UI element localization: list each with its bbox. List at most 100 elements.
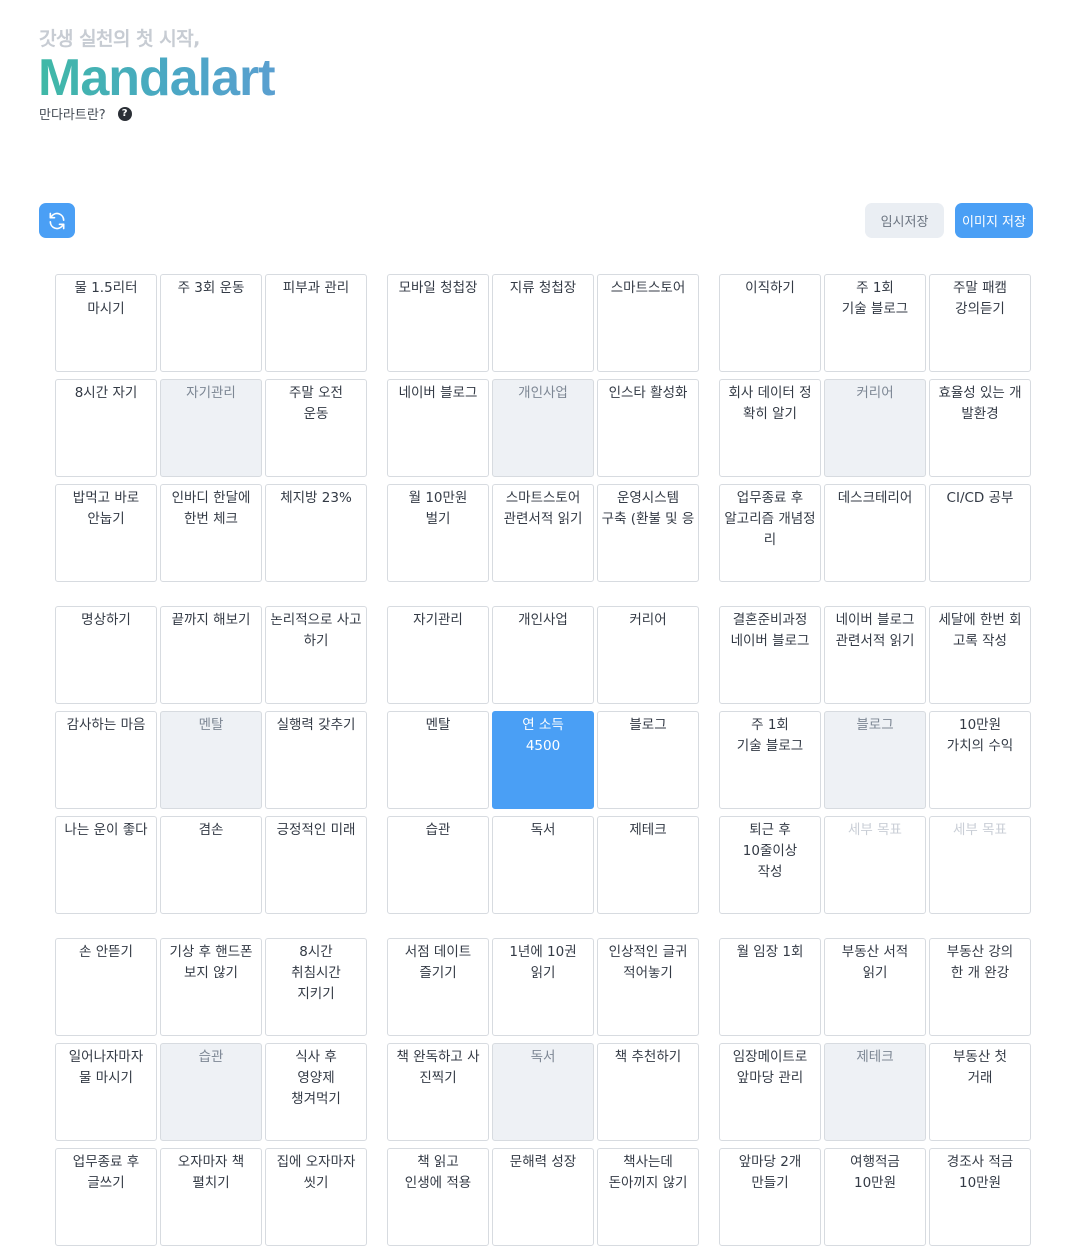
goal-cell[interactable]: 손 안뜯기	[55, 938, 157, 1036]
goal-cell[interactable]: 물 1.5리터 마시기	[55, 274, 157, 372]
goal-cell[interactable]: 앞마당 2개 만들기	[719, 1148, 821, 1246]
goal-cell[interactable]: 자기관리	[387, 606, 489, 704]
goal-cell[interactable]: 끝까지 해보기	[160, 606, 262, 704]
goal-cell[interactable]: 겸손	[160, 816, 262, 914]
mandalart-block: 모바일 청첩장 지류 청첩장 스마트스토어네이버 블로그 개인사업 인스타 활성화월 1…	[387, 274, 702, 589]
mandalart-block: 자기관리 개인사업 커리어멘탈 연 소득 4500 블로그습관 독서 제테크	[387, 606, 702, 921]
goal-cell[interactable]: 데스크테리어	[824, 484, 926, 582]
goal-cell[interactable]: 결혼준비과정 네이버 블로그	[719, 606, 821, 704]
goal-cell[interactable]: 명상하기	[55, 606, 157, 704]
sub-goal-cell[interactable]: 개인사업	[492, 379, 594, 477]
goal-cell[interactable]: 책 추천하기	[597, 1043, 699, 1141]
goal-cell[interactable]: 부동산 강의 한 개 완강	[929, 938, 1031, 1036]
goal-cell[interactable]: 서점 데이트 즐기기	[387, 938, 489, 1036]
goal-cell[interactable]: 일어나자마자 물 마시기	[55, 1043, 157, 1141]
goal-cell[interactable]: 경조사 적금 10만원	[929, 1148, 1031, 1246]
goal-cell[interactable]: 스마트스토어	[597, 274, 699, 372]
refresh-button[interactable]	[39, 203, 75, 238]
goal-cell[interactable]: 인상적인 글귀 적어놓기	[597, 938, 699, 1036]
goal-cell[interactable]: CI/CD 공부	[929, 484, 1031, 582]
goal-cell[interactable]: 감사하는 마음	[55, 711, 157, 809]
goal-cell[interactable]: 10만원 가치의 수익	[929, 711, 1031, 809]
tagline: 갓생 실천의 첫 시작,	[39, 28, 200, 50]
goal-cell[interactable]: 8시간 취침시간 지키기	[265, 938, 367, 1036]
goal-cell[interactable]: 문해력 성장	[492, 1148, 594, 1246]
mandalart-block: 물 1.5리터 마시기 주 3회 운동 피부과 관리 8시간 자기 자기관리 주말 오전 …	[55, 274, 370, 589]
goal-cell[interactable]: 여행적금 10만원	[824, 1148, 926, 1246]
mandalart-block: 서점 데이트 즐기기 1년에 10권 읽기 인상적인 글귀 적어놓기책 완독하고 사…	[387, 938, 702, 1253]
goal-cell[interactable]: 세부 목표	[929, 816, 1031, 914]
goal-cell[interactable]: 업무종료 후 알고리즘 개념정리	[719, 484, 821, 582]
goal-cell[interactable]: 주말 오전 운동	[265, 379, 367, 477]
goal-cell[interactable]: 논리적으로 사고하기	[265, 606, 367, 704]
goal-cell[interactable]: 커리어	[597, 606, 699, 704]
goal-cell[interactable]: 책 완독하고 사진찍기	[387, 1043, 489, 1141]
goal-cell[interactable]: 운영시스템 구축 (환불 및 응	[597, 484, 699, 582]
mandalart-grid: 물 1.5리터 마시기 주 3회 운동 피부과 관리 8시간 자기 자기관리 주말 오전 …	[55, 274, 1034, 1246]
mandalart-block: 월 임장 1회 부동산 서적 읽기 부동산 강의 한 개 완강임장메이트로 앞마당 …	[719, 938, 1034, 1253]
goal-cell[interactable]: 부동산 첫 거래	[929, 1043, 1031, 1141]
sub-goal-cell[interactable]: 자기관리	[160, 379, 262, 477]
goal-cell[interactable]: 책 읽고 인생에 적용	[387, 1148, 489, 1246]
goal-cell[interactable]: 집에 오자마자 씻기	[265, 1148, 367, 1246]
goal-cell[interactable]: 인스타 활성화	[597, 379, 699, 477]
goal-cell[interactable]: 피부과 관리	[265, 274, 367, 372]
goal-cell[interactable]: 임장메이트로 앞마당 관리	[719, 1043, 821, 1141]
goal-cell[interactable]: 업무종료 후 글쓰기	[55, 1148, 157, 1246]
what-is-label: 만다라트란?	[39, 108, 106, 123]
goal-cell[interactable]: 월 10만원 벌기	[387, 484, 489, 582]
goal-cell[interactable]: 네이버 블로그 관련서적 읽기	[824, 606, 926, 704]
sub-goal-cell[interactable]: 커리어	[824, 379, 926, 477]
goal-cell[interactable]: 주 3회 운동	[160, 274, 262, 372]
goal-cell[interactable]: 개인사업	[492, 606, 594, 704]
goal-cell[interactable]: 실행력 갖추기	[265, 711, 367, 809]
goal-cell[interactable]: 네이버 블로그	[387, 379, 489, 477]
logo: Mandalart	[38, 49, 276, 107]
goal-cell[interactable]: 인바디 한달에 한번 체크	[160, 484, 262, 582]
sub-goal-cell[interactable]: 제테크	[824, 1043, 926, 1141]
goal-cell[interactable]: 세부 목표	[824, 816, 926, 914]
what-is-mandalart[interactable]: 만다라트란? ?	[39, 104, 132, 123]
mandalart-block: 이직하기 주 1회 기술 블로그 주말 패캠 강의듣기회사 데이터 정확히 알기 커리…	[719, 274, 1034, 589]
main-goal-cell[interactable]: 연 소득 4500	[492, 711, 594, 809]
goal-cell[interactable]: 부동산 서적 읽기	[824, 938, 926, 1036]
goal-cell[interactable]: 오자마자 책 펼치기	[160, 1148, 262, 1246]
goal-cell[interactable]: 습관	[387, 816, 489, 914]
sub-goal-cell[interactable]: 멘탈	[160, 711, 262, 809]
goal-cell[interactable]: 블로그	[597, 711, 699, 809]
goal-cell[interactable]: 1년에 10권 읽기	[492, 938, 594, 1036]
goal-cell[interactable]: 제테크	[597, 816, 699, 914]
goal-cell[interactable]: 식사 후 영양제 챙겨먹기	[265, 1043, 367, 1141]
mandalart-block: 명상하기 끝까지 해보기 논리적으로 사고하기감사하는 마음 멘탈 실행력 갖추기나는 …	[55, 606, 370, 921]
sub-goal-cell[interactable]: 독서	[492, 1043, 594, 1141]
goal-cell[interactable]: 긍정적인 미래	[265, 816, 367, 914]
sub-goal-cell[interactable]: 블로그	[824, 711, 926, 809]
goal-cell[interactable]: 주 1회 기술 블로그	[824, 274, 926, 372]
goal-cell[interactable]: 스마트스토어 관련서적 읽기	[492, 484, 594, 582]
goal-cell[interactable]: 효율성 있는 개발환경	[929, 379, 1031, 477]
goal-cell[interactable]: 기상 후 핸드폰 보지 않기	[160, 938, 262, 1036]
goal-cell[interactable]: 멘탈	[387, 711, 489, 809]
question-circle-icon[interactable]: ?	[117, 106, 132, 121]
goal-cell[interactable]: 8시간 자기	[55, 379, 157, 477]
goal-cell[interactable]: 회사 데이터 정확히 알기	[719, 379, 821, 477]
goal-cell[interactable]: 퇴근 후 10줄이상 작성	[719, 816, 821, 914]
sub-goal-cell[interactable]: 습관	[160, 1043, 262, 1141]
goal-cell[interactable]: 독서	[492, 816, 594, 914]
goal-cell[interactable]: 월 임장 1회	[719, 938, 821, 1036]
goal-cell[interactable]: 체지방 23%	[265, 484, 367, 582]
refresh-icon	[49, 212, 65, 229]
goal-cell[interactable]: 책사는데 돈아끼지 않기	[597, 1148, 699, 1246]
goal-cell[interactable]: 세달에 한번 회고록 작성	[929, 606, 1031, 704]
image-save-button[interactable]: 이미지 저장	[955, 203, 1033, 238]
mandalart-block: 결혼준비과정 네이버 블로그 네이버 블로그 관련서적 읽기 세달에 한번 회고록 …	[719, 606, 1034, 921]
goal-cell[interactable]: 모바일 청첩장	[387, 274, 489, 372]
goal-cell[interactable]: 지류 청첩장	[492, 274, 594, 372]
temp-save-button[interactable]: 임시저장	[865, 203, 944, 238]
goal-cell[interactable]: 밥먹고 바로 안눕기	[55, 484, 157, 582]
goal-cell[interactable]: 주 1회 기술 블로그	[719, 711, 821, 809]
goal-cell[interactable]: 주말 패캠 강의듣기	[929, 274, 1031, 372]
goal-cell[interactable]: 이직하기	[719, 274, 821, 372]
goal-cell[interactable]: 나는 운이 좋다	[55, 816, 157, 914]
mandalart-block: 손 안뜯기 기상 후 핸드폰 보지 않기 8시간 취침시간 지키기일어나자마자 물 …	[55, 938, 370, 1253]
